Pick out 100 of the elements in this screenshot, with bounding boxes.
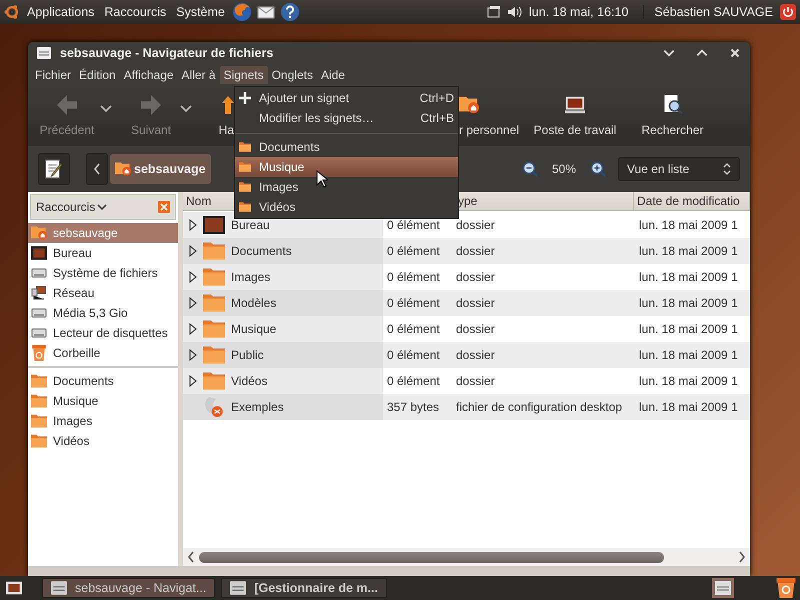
toolbar-button[interactable]: Rechercher	[625, 95, 720, 137]
file-name[interactable]: Documents	[231, 244, 292, 258]
menu-item[interactable]: Aide	[316, 66, 349, 84]
file-size: 357 bytes	[386, 399, 440, 416]
menu-item[interactable]: Édition	[75, 66, 120, 84]
sidebar-item[interactable]: Média 5,3 Gio	[28, 303, 178, 323]
panel-menu[interactable]: Raccourcis	[101, 5, 170, 19]
folder-icon	[203, 267, 225, 287]
close-button[interactable]	[728, 46, 742, 60]
sidebar-item[interactable]: sebsauvage	[28, 223, 178, 243]
view-mode-dropdown[interactable]: Vue en liste	[618, 157, 740, 181]
expander-icon[interactable]	[189, 245, 197, 257]
file-name[interactable]: Bureau	[231, 218, 270, 232]
show-desktop-icon[interactable]	[6, 580, 22, 596]
file-type: dossier	[455, 295, 496, 312]
expander-icon[interactable]	[189, 297, 197, 309]
modified-date: lun. 18 mai 2009 1	[638, 295, 739, 312]
scroll-right-icon[interactable]	[738, 551, 746, 563]
folder-icon	[239, 181, 251, 193]
zoom-out-icon[interactable]	[522, 161, 538, 177]
toolbar-button[interactable]: r personnel	[455, 95, 525, 137]
help-icon[interactable]	[280, 2, 300, 22]
file-type: dossier	[455, 269, 496, 286]
menu-item[interactable]: Signets	[220, 66, 268, 84]
file-cabinet-icon	[51, 580, 67, 596]
menu-item[interactable]: Ajouter un signet Ctrl+D	[235, 88, 458, 108]
file-size: 0 élément	[386, 347, 441, 364]
menu-item[interactable]: Aller à	[178, 66, 220, 84]
windows-icon[interactable]	[486, 4, 502, 20]
zoom-in-icon[interactable]	[590, 161, 606, 177]
toolbar-button[interactable]: Ha	[200, 95, 234, 137]
clock[interactable]: lun. 18 mai, 16:10	[526, 5, 632, 19]
up-arrow-icon	[222, 95, 234, 115]
expander-icon[interactable]	[189, 375, 197, 387]
expander-icon[interactable]	[189, 219, 197, 231]
menu-item[interactable]: Modifier les signets… Ctrl+B	[235, 108, 458, 128]
sidebar-item[interactable]: Images	[28, 411, 178, 431]
sidebar-item[interactable]: Bureau	[28, 243, 178, 263]
file-size: 0 élément	[386, 243, 441, 260]
menu-item[interactable]: Onglets	[268, 66, 317, 84]
menu-item[interactable]: Affichage	[120, 66, 178, 84]
scroll-left-icon[interactable]	[187, 551, 195, 563]
speaker-icon[interactable]	[506, 4, 522, 20]
file-name[interactable]: Modèles	[231, 296, 276, 310]
modified-date: lun. 18 mai 2009 1	[638, 373, 739, 390]
file-name[interactable]: Musique	[231, 322, 276, 336]
expander-icon[interactable]	[189, 349, 197, 361]
panel-menu[interactable]: Système	[173, 5, 228, 19]
modified-date: lun. 18 mai 2009 1	[638, 399, 739, 416]
user-name[interactable]: Sébastien SAUVAGE	[643, 5, 776, 19]
file-size: 0 élément	[386, 269, 441, 286]
path-button[interactable]: sebsauvage	[110, 154, 211, 184]
menu-item[interactable]: Musique	[235, 157, 458, 177]
file-type: dossier	[455, 373, 496, 390]
sidebar-item[interactable]: Système de fichiers	[28, 263, 178, 283]
power-icon[interactable]	[780, 4, 796, 20]
menu-item[interactable]: Fichier	[31, 66, 76, 84]
plus-icon	[239, 92, 251, 104]
modified-date: lun. 18 mai 2009 1	[638, 243, 739, 260]
file-size: 0 élément	[386, 295, 441, 312]
sidebar-item[interactable]: Corbeille	[28, 343, 178, 363]
sidebar-item[interactable]: Réseau	[28, 283, 178, 303]
taskbar-button[interactable]: [Gestionnaire de m...	[221, 578, 387, 598]
back-arrow-icon	[57, 95, 77, 115]
zoom-level: 50%	[552, 162, 576, 176]
desktop-icon	[31, 245, 47, 261]
sidebar-item[interactable]: Lecteur de disquettes	[28, 323, 178, 343]
column-header[interactable]: Date de modificatio	[634, 192, 750, 210]
network-icon	[31, 285, 47, 301]
expander-icon[interactable]	[189, 271, 197, 283]
sidebar-mode-selector[interactable]: Raccourcis	[36, 200, 108, 214]
horizontal-scrollbar[interactable]	[183, 548, 750, 566]
file-name[interactable]: Images	[231, 270, 270, 284]
folder-icon	[31, 393, 47, 409]
toolbar-button[interactable]: Poste de travail	[525, 95, 625, 137]
ubuntu-logo-icon[interactable]	[4, 4, 20, 20]
file-name[interactable]: Vidéos	[231, 374, 268, 388]
sidebar-item[interactable]: Musique	[28, 391, 178, 411]
file-name[interactable]: Exemples	[231, 400, 284, 414]
folder-icon	[203, 241, 225, 261]
edit-location-button[interactable]	[38, 153, 70, 185]
workspace-switcher-icon[interactable]	[712, 578, 734, 598]
taskbar-button[interactable]: sebsauvage - Navigat...	[42, 578, 216, 598]
modified-date: lun. 18 mai 2009 1	[638, 269, 739, 286]
back-path-button[interactable]	[86, 153, 108, 185]
window-title: sebsauvage - Navigateur de fichiers	[60, 46, 274, 60]
folder-icon	[239, 201, 251, 213]
modified-date: lun. 18 mai 2009 1	[638, 321, 739, 338]
sidebar-item[interactable]: Vidéos	[28, 431, 178, 451]
close-sidebar-icon[interactable]	[158, 201, 170, 213]
globe-icon[interactable]	[232, 2, 252, 22]
home-folder-icon	[115, 161, 131, 177]
file-type: dossier	[455, 243, 496, 260]
folder-icon	[31, 433, 47, 449]
menu-item[interactable]: Documents	[235, 137, 458, 157]
expander-icon[interactable]	[189, 323, 197, 335]
sidebar-item[interactable]: Documents	[28, 371, 178, 391]
file-name[interactable]: Public	[231, 348, 264, 362]
trash-icon[interactable]	[776, 578, 796, 598]
panel-menu[interactable]: Applications	[24, 5, 98, 19]
